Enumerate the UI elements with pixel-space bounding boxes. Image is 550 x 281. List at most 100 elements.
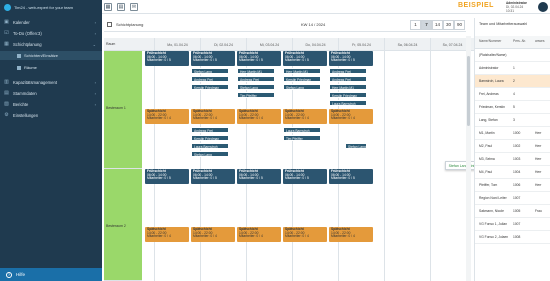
calendar-icon[interactable] — [107, 22, 112, 27]
calendar-view-icon[interactable]: ▤ — [117, 3, 125, 11]
range-button-30[interactable]: 30 — [443, 19, 454, 30]
avatar[interactable] — [538, 2, 548, 12]
column-header[interactable]: Name/Nummer — [479, 39, 501, 43]
employee-number: 1002 — [513, 144, 521, 148]
employee-chip[interactable]: Kerstin Friedman — [283, 76, 321, 82]
employee-chip[interactable]: Andreas Frei — [191, 127, 229, 133]
employee-chip[interactable]: Kerstin Friedman — [191, 84, 229, 90]
shift-card-late[interactable]: Spätschicht 14:00 - 22:00 Mitarbeiter: 0 /… — [329, 109, 373, 124]
employee-chip[interactable]: Tim Pfeiffer — [283, 135, 321, 141]
sidebar-item-berichte[interactable]: ▧ Berichte › — [0, 100, 102, 109]
employee-chip[interactable]: Herr Martin M1 — [237, 68, 275, 74]
shift-card-early[interactable]: Frühschicht 06:00 - 14:00 Mitarbeiter: 0 /… — [329, 169, 373, 184]
column-header[interactable]: Pers.-Nr. — [513, 39, 526, 43]
employee-name: M1, Martin — [479, 131, 495, 135]
employee-row[interactable]: M1, Martin 1000 Herr — [475, 127, 550, 140]
employee-chip[interactable]: Andreas Frei — [329, 68, 367, 74]
employee-chip[interactable]: Kerstin Friedman — [329, 92, 367, 98]
employee-chip[interactable]: Stefan Lang — [191, 151, 229, 157]
employee-row[interactable]: (Platzhalter/Name) — [475, 49, 550, 62]
employee-row-selected[interactable]: Barnstroh, Laura 2 — [475, 75, 550, 88]
column-header[interactable]: anwes — [535, 39, 545, 43]
sidebar-subitem-raeume[interactable]: Räume — [0, 63, 102, 72]
shift-card-late[interactable]: Spätschicht 14:00 - 22:00 Mitarbeiter: 0 /… — [283, 109, 327, 124]
employee-row[interactable]: M3, Selma 1003 Herr — [475, 153, 550, 166]
employee-chip[interactable]: Laura Barnstroh — [191, 143, 229, 149]
shift-card-early[interactable]: Frühschicht 06:00 - 14:00 Mitarbeiter: 0 /… — [191, 169, 235, 184]
scrollbar-thumb[interactable] — [467, 56, 470, 126]
shifts-icon — [17, 53, 21, 58]
range-button-1[interactable]: 1 — [410, 19, 421, 30]
shift-card-early[interactable]: Frühschicht 06:00 - 14:00 Mitarbeiter: 0 /… — [283, 169, 327, 184]
day-header[interactable]: Sa, 06.04.24 — [384, 38, 430, 51]
employee-chip[interactable]: Stefan Lang — [191, 68, 229, 74]
employee-chip[interactable]: Stefan Lang — [237, 84, 275, 90]
employee-chip-dragging[interactable]: Stefan Lang — [345, 143, 367, 149]
day-header[interactable]: Mo, 01.04.24 — [154, 38, 200, 51]
shift-card-early[interactable]: Frühschicht 06:00 - 14:00 Mitarbeiter: 0 /… — [329, 51, 373, 66]
shift-card-late[interactable]: Spätschicht 14:00 - 22:00 Mitarbeiter: 0 /… — [145, 227, 189, 242]
employee-chip[interactable]: Tim Pfeiffer — [237, 92, 275, 98]
grid-scrollbar[interactable] — [466, 36, 471, 281]
employee-chip[interactable]: Herr Martin M1 — [329, 84, 367, 90]
shift-card-early[interactable]: Frühschicht 06:00 - 14:00 Mitarbeiter: 0 /… — [283, 51, 327, 66]
sidebar-item-kapazitaet[interactable]: ▥ Kapazitätsmanagement › — [0, 78, 102, 87]
shift-card-late[interactable]: Spätschicht 14:00 - 22:00 Mitarbeiter: 0 /… — [191, 227, 235, 242]
employee-row[interactable]: Region Nord Leiter 1007 — [475, 192, 550, 205]
employee-row[interactable]: Administrator 1 — [475, 62, 550, 75]
sidebar-item-einstellungen[interactable]: ⚙ Einstellungen — [0, 111, 102, 120]
employee-name: (Platzhalter/Name) — [479, 53, 507, 57]
sidebar-item-stammdaten[interactable]: ▤ Stammdaten › — [0, 89, 102, 98]
employee-row[interactable]: VG Fonso 1, Julian 1007 — [475, 218, 550, 231]
employee-row[interactable]: M2, Paul 1002 Herr — [475, 140, 550, 153]
sidebar-item-todo[interactable]: ☑ To-Do (Offen:3) › — [0, 29, 102, 38]
company-logo: BEISPIEL — [458, 2, 494, 9]
employee-chip[interactable]: Stefan Lang — [283, 84, 321, 90]
employee-chip[interactable]: Kerstin Friedman — [191, 135, 229, 141]
shift-card-late[interactable]: Spätschicht 14:00 - 22:00 Mitarbeiter: 0 /… — [237, 109, 281, 124]
chevron-right-icon: › — [94, 80, 96, 85]
employee-chip[interactable]: Laura Barnstroh — [329, 100, 367, 106]
mail-icon[interactable]: ✉ — [130, 3, 138, 11]
day-header[interactable]: Di, 02.04.24 — [200, 38, 246, 51]
shift-card-late[interactable]: Spätschicht 14:00 - 22:00 Mitarbeiter: 0 /… — [283, 227, 327, 242]
employee-number: 1007 — [513, 222, 521, 226]
shift-card-late[interactable]: Spätschicht 14:00 - 22:00 Mitarbeiter: 0 /… — [237, 227, 281, 242]
shift-staff: Mitarbeiter: 0 / 5 — [147, 176, 171, 181]
employee-row[interactable]: M4, Paul 1004 Herr — [475, 166, 550, 179]
day-header[interactable]: Do, 04.04.24 — [292, 38, 338, 51]
shift-card-late[interactable]: Spätschicht 14:00 - 22:00 Mitarbeiter: 0 /… — [145, 109, 189, 124]
shift-card-early[interactable]: Frühschicht 06:00 - 14:00 Mitarbeiter: 0 /… — [237, 169, 281, 184]
employee-row[interactable]: Friedman, Kerstin 5 — [475, 101, 550, 114]
shift-card-early[interactable]: Frühschicht 06:00 - 14:00 Mitarbeiter: 0 /… — [145, 169, 189, 184]
shift-card-early[interactable]: Frühschicht 06:00 - 14:00 Mitarbeiter: 0 /… — [145, 51, 189, 66]
sidebar-subitem-schichten[interactable]: Schichten/Einsätze — [0, 51, 102, 60]
employee-row[interactable]: VG Fonso 2, Jolaen 1008 — [475, 231, 550, 244]
employee-chip[interactable]: Herr Martin M1 — [283, 68, 321, 74]
employee-chip[interactable]: Andreas Frei — [237, 76, 275, 82]
range-button-14[interactable]: 14 — [432, 19, 443, 30]
shift-card-early[interactable]: Frühschicht 06:00 - 14:00 Mitarbeiter: 0 /… — [237, 51, 281, 66]
day-header[interactable]: Fr, 05.04.24 — [338, 38, 384, 51]
range-button-90[interactable]: 90 — [454, 19, 465, 30]
employee-row[interactable]: Frei, Andreas 4 — [475, 88, 550, 101]
shift-card-late[interactable]: Spätschicht 14:00 - 22:00 Mitarbeiter: 0 /… — [191, 109, 235, 124]
shift-card-early[interactable]: Frühschicht 06:00 - 14:00 Mitarbeiter: 0 /… — [191, 51, 235, 66]
room-label: Besteraum 2 — [106, 224, 126, 228]
shift-card-late[interactable]: Spätschicht 14:00 - 22:00 Mitarbeiter: 0 /… — [329, 227, 373, 242]
employee-row[interactable]: Sakmann, Nicole 1005 Frau — [475, 205, 550, 218]
chevron-right-icon: › — [94, 102, 96, 107]
grid-view-icon[interactable]: ▦ — [104, 3, 112, 11]
employee-chip[interactable]: Andreas Frei — [329, 76, 367, 82]
employee-row[interactable]: Lang, Stefan 3 — [475, 114, 550, 127]
range-button-7[interactable]: 7 — [421, 19, 432, 30]
employee-row[interactable]: Pfeiffer, Tom 1006 Herr — [475, 179, 550, 192]
sidebar-item-kalender[interactable]: ▣ Kalender › — [0, 18, 102, 27]
shift-staff: Mitarbeiter: 0 / 5 — [331, 176, 355, 181]
day-header[interactable]: Mi, 03.04.24 — [246, 38, 292, 51]
employee-chip[interactable]: Andreas Frei — [191, 76, 229, 82]
employee-chip[interactable]: Laura Barnstroh — [283, 127, 321, 133]
help-button[interactable]: ? Hilfe — [0, 268, 102, 281]
sidebar-item-schichtplanung[interactable]: ▦ Schichtplanung ⌄ — [0, 40, 102, 49]
employee-name: M2, Paul — [479, 144, 493, 148]
